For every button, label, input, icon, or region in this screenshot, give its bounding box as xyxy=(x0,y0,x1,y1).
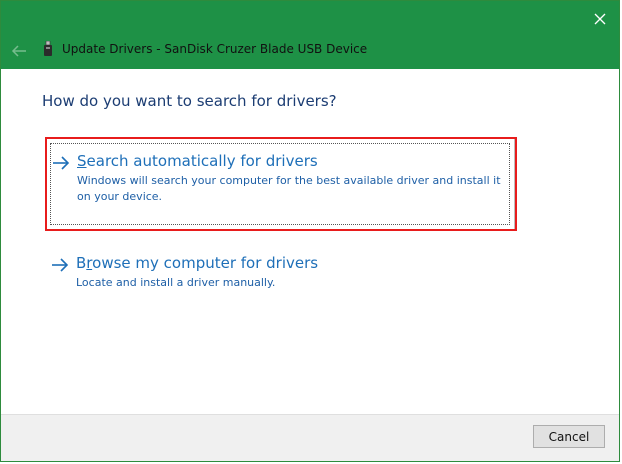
dialog-title: Update Drivers - SanDisk Cruzer Blade US… xyxy=(62,42,368,56)
arrow-right-icon xyxy=(53,156,70,170)
close-icon xyxy=(594,13,606,25)
option-description: Windows will search your computer for th… xyxy=(77,174,501,203)
arrow-right-icon xyxy=(52,258,69,272)
option-title-text: Browse my computer for drivers xyxy=(76,254,319,272)
usb-drive-icon xyxy=(43,40,53,57)
close-button[interactable] xyxy=(591,10,609,28)
back-button[interactable] xyxy=(11,43,27,57)
option-title: Browse my computer for drivers xyxy=(76,254,318,272)
footer-bar: Cancel xyxy=(1,414,619,461)
option-title: Search automatically for drivers xyxy=(77,152,318,170)
search-automatically-option[interactable]: Search automatically for drivers Windows… xyxy=(45,138,515,230)
cancel-button[interactable]: Cancel xyxy=(533,425,605,448)
update-drivers-window: Update Drivers - SanDisk Cruzer Blade US… xyxy=(0,0,620,462)
browse-computer-option[interactable]: Browse my computer for drivers Locate an… xyxy=(45,246,515,306)
title-bar: Update Drivers - SanDisk Cruzer Blade US… xyxy=(1,1,619,69)
back-arrow-icon xyxy=(11,45,26,57)
option-description: Locate and install a driver manually. xyxy=(76,276,276,289)
page-heading: How do you want to search for drivers? xyxy=(42,92,337,110)
